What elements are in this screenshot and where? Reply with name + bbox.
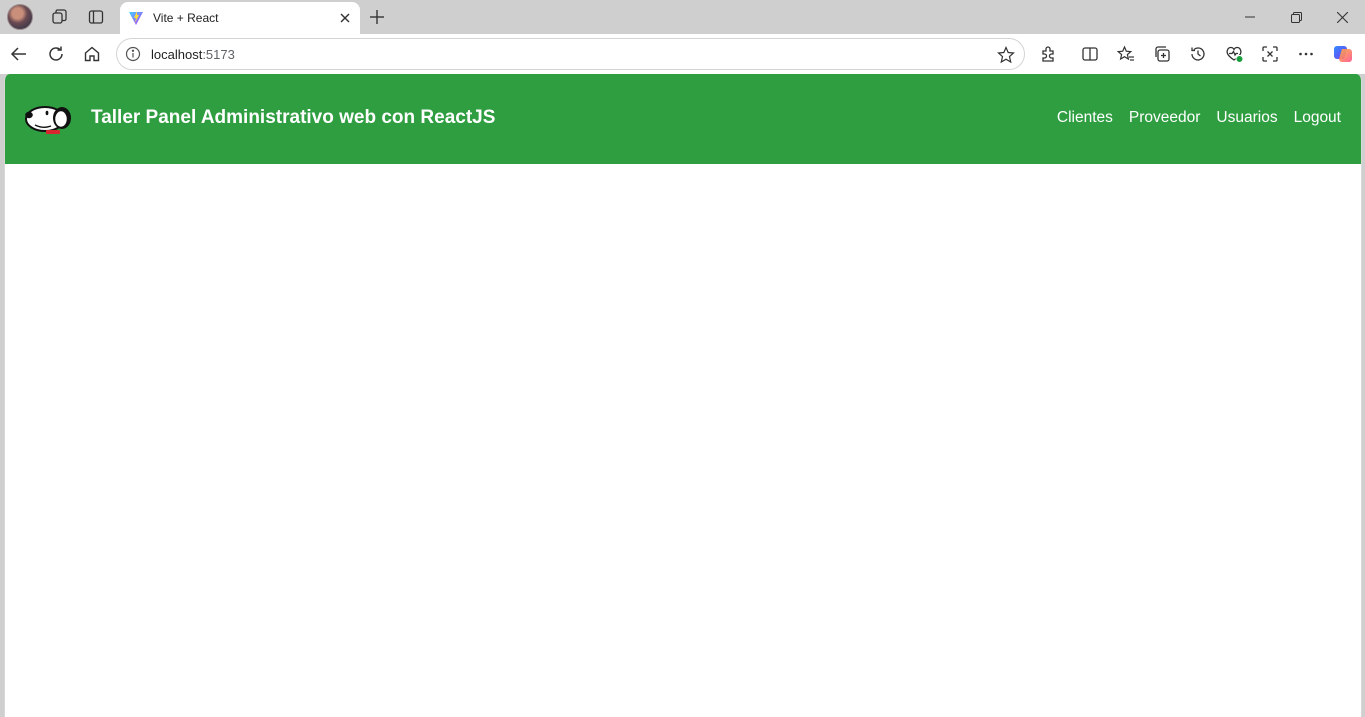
profile-avatar[interactable] [7, 4, 33, 30]
screenshot-icon[interactable] [1255, 39, 1285, 69]
nav-link-clientes[interactable]: Clientes [1057, 109, 1113, 127]
workspaces-icon[interactable] [45, 3, 75, 31]
main-content [5, 164, 1361, 717]
vertical-tabs-icon[interactable] [81, 3, 111, 31]
copilot-icon[interactable] [1328, 39, 1358, 69]
browser-essentials-icon[interactable] [1219, 39, 1249, 69]
extensions-icon[interactable] [1034, 39, 1064, 69]
split-screen-icon[interactable] [1075, 39, 1105, 69]
navbar-brand[interactable]: Taller Panel Administrativo web con Reac… [25, 98, 495, 138]
restore-icon[interactable] [1273, 0, 1319, 34]
favorite-star-icon[interactable] [996, 45, 1016, 65]
browser-toolbar: localhost:5173 [0, 34, 1365, 74]
home-icon[interactable] [77, 39, 107, 69]
tab-active[interactable]: Vite + React [120, 2, 360, 34]
refresh-icon[interactable] [41, 39, 71, 69]
nav-links: Clientes Proveedor Usuarios Logout [1041, 109, 1341, 127]
minimize-icon[interactable] [1227, 0, 1273, 34]
back-icon[interactable] [4, 39, 34, 69]
nav-link-usuarios[interactable]: Usuarios [1216, 109, 1277, 127]
site-info-icon[interactable] [124, 45, 142, 63]
snoopy-logo-icon [25, 98, 73, 138]
plus-icon[interactable] [362, 3, 392, 31]
brand-title: Taller Panel Administrativo web con Reac… [91, 107, 496, 128]
url-port: :5173 [202, 46, 235, 62]
collections-icon[interactable] [1147, 39, 1177, 69]
tab-title: Vite + React [153, 11, 219, 25]
nav-link-logout[interactable]: Logout [1294, 109, 1341, 127]
more-icon[interactable] [1291, 39, 1321, 69]
app-navbar: Taller Panel Administrativo web con Reac… [5, 74, 1361, 164]
url-text[interactable]: localhost:5173 [151, 47, 235, 62]
tab-strip: Vite + React [0, 0, 1365, 34]
tab-close-icon[interactable] [334, 7, 356, 29]
history-icon[interactable] [1183, 39, 1213, 69]
page-viewport: Taller Panel Administrativo web con Reac… [4, 74, 1362, 717]
nav-link-proveedor[interactable]: Proveedor [1129, 109, 1201, 127]
address-bar[interactable]: localhost:5173 [116, 38, 1025, 70]
url-host: localhost [151, 46, 203, 62]
favorites-icon[interactable] [1111, 39, 1141, 69]
close-icon[interactable] [1319, 0, 1365, 34]
vite-logo-icon [128, 10, 144, 26]
